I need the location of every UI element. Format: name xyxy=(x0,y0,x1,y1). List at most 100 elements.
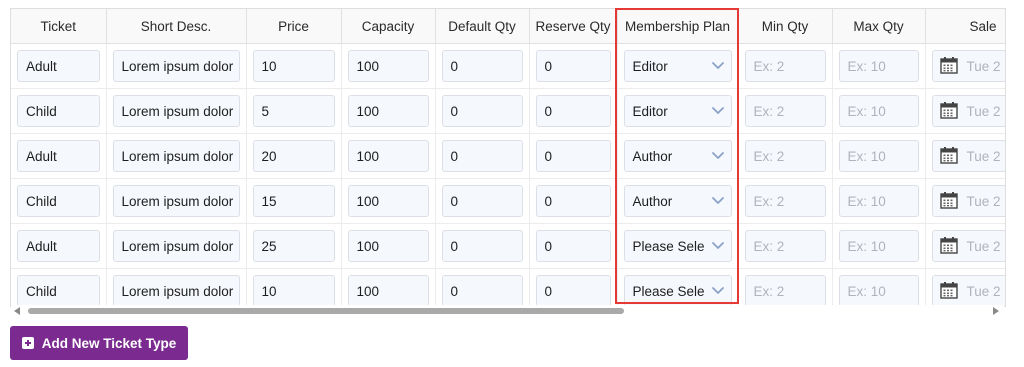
calendar-icon[interactable] xyxy=(939,235,959,258)
column-header-short-desc: Short Desc. xyxy=(106,9,247,44)
capacity-input[interactable]: 100 xyxy=(347,95,429,127)
min-qty-input[interactable]: Ex: 2 xyxy=(744,275,826,306)
ticket-name-input[interactable]: Adult xyxy=(17,50,100,82)
calendar-icon[interactable] xyxy=(939,145,959,168)
capacity-input[interactable]: 100 xyxy=(347,230,429,262)
price-input[interactable]: 10 xyxy=(252,50,335,82)
max-qty-input[interactable]: Ex: 10 xyxy=(838,50,919,82)
scrollbar-thumb[interactable] xyxy=(28,308,624,314)
min-qty-input[interactable]: Ex: 2 xyxy=(744,185,826,217)
membership-plan-value: Please Sele xyxy=(632,238,705,254)
cell-membership-plan: Author xyxy=(617,133,739,179)
triangle-right-icon[interactable] xyxy=(991,306,1001,316)
membership-plan-select[interactable]: Please Sele xyxy=(623,230,732,262)
max-qty-input[interactable]: Ex: 10 xyxy=(838,185,919,217)
horizontal-scrollbar[interactable] xyxy=(11,305,1004,317)
short-desc-input[interactable]: Lorem ipsum dolor xyxy=(112,275,240,306)
ticket-name-input[interactable]: Child xyxy=(17,95,100,127)
min-qty-input[interactable]: Ex: 2 xyxy=(744,95,826,127)
capacity-input[interactable]: 100 xyxy=(347,50,429,82)
reserve-qty-input[interactable]: 0 xyxy=(535,50,611,82)
membership-plan-select[interactable]: Author xyxy=(623,140,732,172)
default-qty-input[interactable]: 0 xyxy=(441,275,523,306)
cell-min-qty: Ex: 2 xyxy=(738,178,833,224)
add-new-ticket-type-button[interactable]: Add New Ticket Type xyxy=(10,326,188,360)
membership-plan-select[interactable]: Please Sele xyxy=(623,275,732,306)
cell-sale: Tue 2 xyxy=(925,268,1005,306)
max-qty-input[interactable]: Ex: 10 xyxy=(838,275,919,306)
sale-date-input[interactable]: Tue 2 xyxy=(931,230,1005,262)
ticket-name-input[interactable]: Child xyxy=(17,185,100,217)
max-qty-input[interactable]: Ex: 10 xyxy=(838,140,919,172)
reserve-qty-input[interactable]: 0 xyxy=(535,185,611,217)
price-input[interactable]: 10 xyxy=(252,275,335,306)
ticket-name-input[interactable]: Child xyxy=(17,275,100,306)
cell-min-qty: Ex: 2 xyxy=(738,223,833,269)
cell-min-qty: Ex: 2 xyxy=(738,133,833,179)
cell-price: 10 xyxy=(246,268,342,306)
default-qty-input[interactable]: 0 xyxy=(441,50,523,82)
cell-price: 5 xyxy=(246,88,342,134)
membership-plan-value: Please Sele xyxy=(632,283,705,299)
ticket-name-input[interactable]: Adult xyxy=(17,140,100,172)
min-qty-input[interactable]: Ex: 2 xyxy=(744,140,826,172)
default-qty-input[interactable]: 0 xyxy=(441,185,523,217)
calendar-icon[interactable] xyxy=(939,190,959,213)
chevron-down-icon xyxy=(711,148,725,165)
capacity-input[interactable]: 100 xyxy=(347,140,429,172)
ticket-name-input[interactable]: Adult xyxy=(17,230,100,262)
sale-date-value: Tue 2 xyxy=(966,148,1001,164)
price-input[interactable]: 5 xyxy=(252,95,335,127)
default-qty-input[interactable]: 0 xyxy=(441,95,523,127)
sale-date-value: Tue 2 xyxy=(966,193,1001,209)
ticket-table: Ticket Short Desc. Price Capacity Defaul… xyxy=(11,9,1005,306)
cell-ticket: Adult xyxy=(11,223,107,269)
default-qty-input[interactable]: 0 xyxy=(441,140,523,172)
calendar-icon[interactable] xyxy=(939,280,959,303)
price-input[interactable]: 20 xyxy=(252,140,335,172)
capacity-input[interactable]: 100 xyxy=(347,275,429,306)
short-desc-input[interactable]: Lorem ipsum dolor xyxy=(112,230,240,262)
membership-plan-select[interactable]: Author xyxy=(623,185,732,217)
cell-short-desc: Lorem ipsum dolor xyxy=(106,133,247,179)
cell-short-desc: Lorem ipsum dolor xyxy=(106,88,247,134)
short-desc-input[interactable]: Lorem ipsum dolor xyxy=(112,95,240,127)
triangle-left-icon[interactable] xyxy=(12,306,22,316)
short-desc-input[interactable]: Lorem ipsum dolor xyxy=(112,140,240,172)
cell-short-desc: Lorem ipsum dolor xyxy=(106,268,247,306)
calendar-icon[interactable] xyxy=(939,55,959,78)
sale-date-input[interactable]: Tue 2 xyxy=(931,185,1005,217)
max-qty-input[interactable]: Ex: 10 xyxy=(838,230,919,262)
membership-plan-select[interactable]: Editor xyxy=(623,95,732,127)
price-input[interactable]: 25 xyxy=(252,230,335,262)
cell-membership-plan: Please Sele xyxy=(617,268,739,306)
cell-default-qty: 0 xyxy=(435,43,530,89)
sale-date-input[interactable]: Tue 2 xyxy=(931,275,1005,306)
sale-date-input[interactable]: Tue 2 xyxy=(931,50,1005,82)
sale-date-value: Tue 2 xyxy=(966,58,1001,74)
price-input[interactable]: 15 xyxy=(252,185,335,217)
capacity-input[interactable]: 100 xyxy=(347,185,429,217)
cell-reserve-qty: 0 xyxy=(529,43,618,89)
reserve-qty-input[interactable]: 0 xyxy=(535,95,611,127)
min-qty-input[interactable]: Ex: 2 xyxy=(744,230,826,262)
membership-plan-select[interactable]: Editor xyxy=(623,50,732,82)
cell-sale: Tue 2 xyxy=(925,223,1005,269)
reserve-qty-input[interactable]: 0 xyxy=(535,230,611,262)
sale-date-input[interactable]: Tue 2 xyxy=(931,95,1005,127)
reserve-qty-input[interactable]: 0 xyxy=(535,275,611,306)
min-qty-input[interactable]: Ex: 2 xyxy=(744,50,826,82)
short-desc-input[interactable]: Lorem ipsum dolor xyxy=(112,50,240,82)
reserve-qty-input[interactable]: 0 xyxy=(535,140,611,172)
sale-date-input[interactable]: Tue 2 xyxy=(931,140,1005,172)
default-qty-input[interactable]: 0 xyxy=(441,230,523,262)
calendar-icon[interactable] xyxy=(939,100,959,123)
sale-date-value: Tue 2 xyxy=(966,238,1001,254)
cell-default-qty: 0 xyxy=(435,268,530,306)
max-qty-input[interactable]: Ex: 10 xyxy=(838,95,919,127)
column-header-default-qty: Default Qty xyxy=(435,9,530,44)
cell-short-desc: Lorem ipsum dolor xyxy=(106,178,247,224)
chevron-down-icon xyxy=(711,103,725,120)
short-desc-input[interactable]: Lorem ipsum dolor xyxy=(112,185,240,217)
cell-min-qty: Ex: 2 xyxy=(738,43,833,89)
